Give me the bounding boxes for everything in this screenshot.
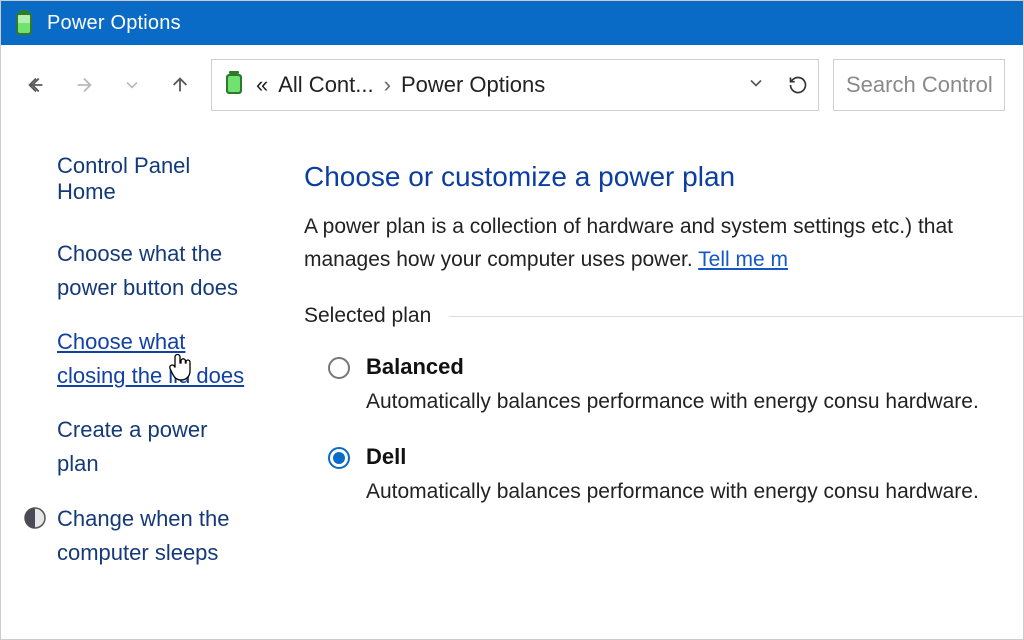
radio-dell[interactable]	[328, 447, 350, 469]
tell-me-more-link[interactable]: Tell me m	[698, 248, 788, 271]
search-box[interactable]	[833, 59, 1005, 111]
sidebar-link-computer-sleeps[interactable]: Change when the computer sleeps	[57, 502, 254, 570]
desc-text: A power plan is a collection of hardware…	[304, 215, 953, 271]
breadcrumb-prefix: «	[256, 72, 268, 98]
nav-toolbar: « All Cont... › Power Options	[1, 45, 1023, 125]
back-button[interactable]	[19, 68, 53, 102]
plan-title: Balanced	[366, 354, 979, 380]
radio-balanced[interactable]	[328, 357, 350, 379]
breadcrumb-item-power[interactable]: Power Options	[401, 72, 545, 98]
content-area: Control Panel Home Choose what the power…	[1, 125, 1023, 639]
plan-dell[interactable]: Dell Automatically balances performance …	[328, 444, 1023, 508]
battery-small-icon	[222, 69, 246, 102]
control-panel-home-link[interactable]: Control Panel Home	[57, 153, 254, 205]
search-input[interactable]	[846, 72, 992, 98]
chevron-right-icon: ›	[384, 72, 391, 98]
up-button[interactable]	[163, 68, 197, 102]
address-bar[interactable]: « All Cont... › Power Options	[211, 59, 819, 111]
plan-desc: Automatically balances performance with …	[366, 386, 979, 418]
recent-locations-button[interactable]	[115, 68, 149, 102]
breadcrumb[interactable]: « All Cont... › Power Options	[256, 72, 545, 98]
plan-balanced[interactable]: Balanced Automatically balances performa…	[328, 354, 1023, 418]
battery-icon	[13, 9, 35, 37]
title-bar: Power Options	[1, 1, 1023, 45]
forward-button[interactable]	[67, 68, 101, 102]
sidebar-link-power-button[interactable]: Choose what the power button does	[57, 237, 254, 305]
main-panel: Choose or customize a power plan A power…	[276, 125, 1023, 639]
section-label-text: Selected plan	[304, 304, 431, 328]
selected-plan-label: Selected plan	[304, 304, 1023, 328]
sidebar-link-create-plan[interactable]: Create a power plan	[57, 413, 254, 481]
breadcrumb-item-all[interactable]: All Cont...	[278, 72, 373, 98]
sidebar: Control Panel Home Choose what the power…	[1, 125, 276, 639]
power-options-window: Power Options « All C	[0, 0, 1024, 640]
page-heading: Choose or customize a power plan	[304, 161, 1023, 193]
refresh-button[interactable]	[788, 75, 808, 95]
divider	[449, 316, 1023, 317]
window-title: Power Options	[47, 12, 181, 35]
sidebar-link-closing-lid[interactable]: Choose what closing the lid does	[57, 325, 254, 393]
page-description: A power plan is a collection of hardware…	[304, 211, 1023, 276]
moon-icon	[23, 506, 47, 530]
power-plans-list: Balanced Automatically balances performa…	[304, 354, 1023, 507]
plan-title: Dell	[366, 444, 979, 470]
plan-desc: Automatically balances performance with …	[366, 476, 979, 508]
address-history-button[interactable]	[746, 73, 766, 98]
